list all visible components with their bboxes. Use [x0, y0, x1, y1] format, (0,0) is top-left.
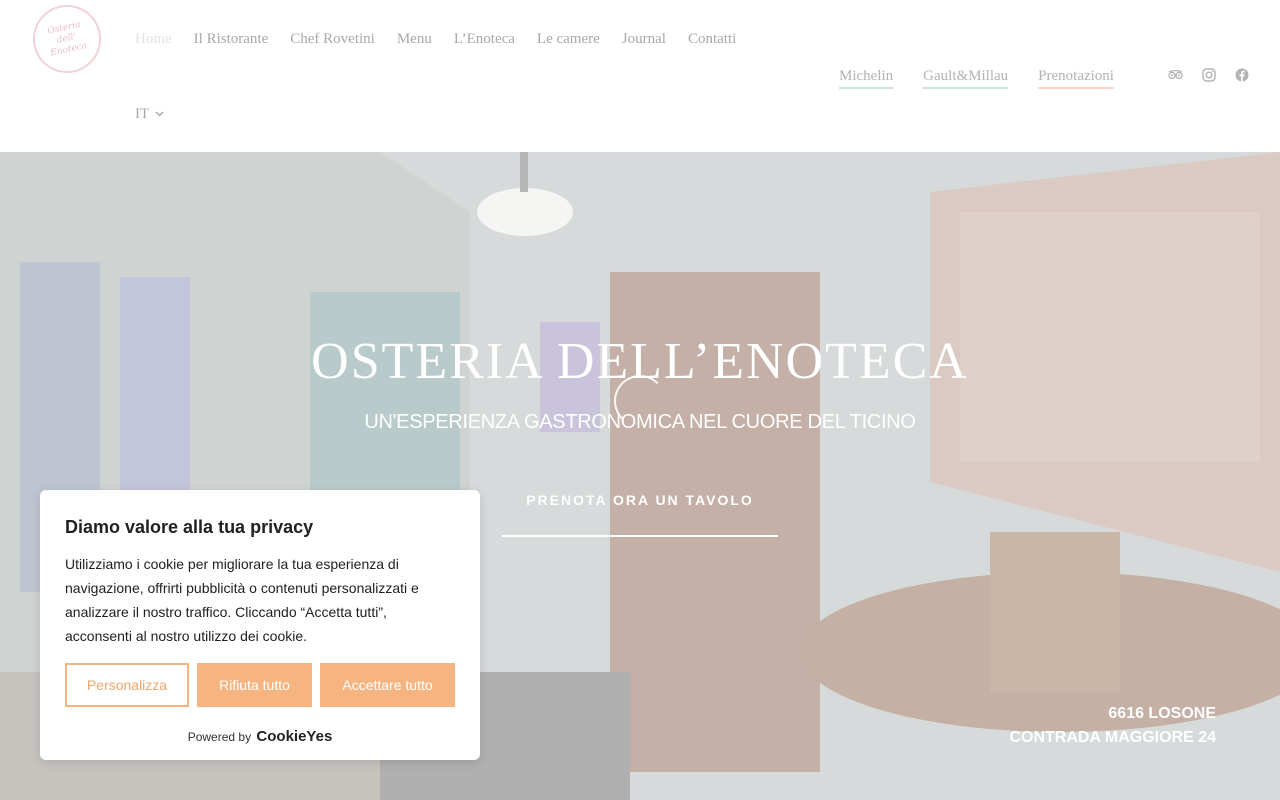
- nav-le-camere[interactable]: Le camere: [537, 30, 600, 48]
- reservations-link[interactable]: Prenotazioni: [1038, 67, 1114, 89]
- cookie-buttons: Personalizza Rifiuta tutto Accettare tut…: [65, 663, 455, 707]
- reject-all-button[interactable]: Rifiuta tutto: [197, 663, 312, 707]
- nav-journal[interactable]: Journal: [622, 30, 666, 48]
- nav-enoteca[interactable]: L’Enoteca: [454, 30, 515, 48]
- gaultmillau-link[interactable]: Gault&Millau: [923, 67, 1009, 89]
- facebook-icon[interactable]: [1234, 67, 1249, 82]
- address-street: CONTRADA MAGGIORE 24: [1009, 729, 1216, 746]
- michelin-link[interactable]: Michelin: [839, 67, 894, 89]
- social-links: [1168, 67, 1249, 82]
- main-nav: Home Il Ristorante Chef Rovetini Menu L’…: [135, 30, 758, 48]
- customize-button[interactable]: Personalizza: [65, 663, 189, 707]
- nav-menu[interactable]: Menu: [397, 30, 432, 48]
- logo[interactable]: Osteria dell' Enoteca: [33, 5, 101, 73]
- nav-home[interactable]: Home: [135, 30, 172, 48]
- address: 6616 LOSONE CONTRADA MAGGIORE 24: [1009, 702, 1216, 750]
- cookie-description: Utilizziamo i cookie per migliorare la t…: [65, 556, 419, 644]
- instagram-icon[interactable]: [1201, 67, 1216, 82]
- secondary-nav: Michelin Gault&Millau Prenotazioni: [839, 67, 1114, 89]
- logo-text: Osteria dell' Enoteca: [47, 19, 89, 59]
- language-switcher[interactable]: IT: [135, 106, 164, 123]
- accept-all-button[interactable]: Accettare tutto: [320, 663, 455, 707]
- site-header: Osteria dell' Enoteca Home Il Ristorante…: [0, 0, 1280, 152]
- powered-by: Powered by CookieYes: [40, 728, 480, 745]
- nav-chef-rovetini[interactable]: Chef Rovetini: [290, 30, 375, 48]
- tripadvisor-icon[interactable]: [1168, 67, 1183, 82]
- cookie-consent-banner: Diamo valore alla tua privacy Utilizziam…: [40, 490, 480, 760]
- nav-il-ristorante[interactable]: Il Ristorante: [194, 30, 269, 48]
- address-city: 6616 LOSONE: [1108, 705, 1216, 722]
- nav-contatti[interactable]: Contatti: [688, 30, 736, 48]
- book-table-button[interactable]: PRENOTA ORA UN TAVOLO: [502, 488, 778, 537]
- hero-subtitle: UN'ESPERIENZA GASTRONOMICA NEL CUORE DEL…: [364, 411, 916, 433]
- chevron-down-icon: [155, 109, 164, 120]
- cookie-title: Diamo valore alla tua privacy: [65, 517, 314, 537]
- cookieyes-logo[interactable]: CookieYes: [256, 728, 332, 745]
- powered-by-label: Powered by: [187, 730, 252, 744]
- language-label: IT: [135, 106, 150, 122]
